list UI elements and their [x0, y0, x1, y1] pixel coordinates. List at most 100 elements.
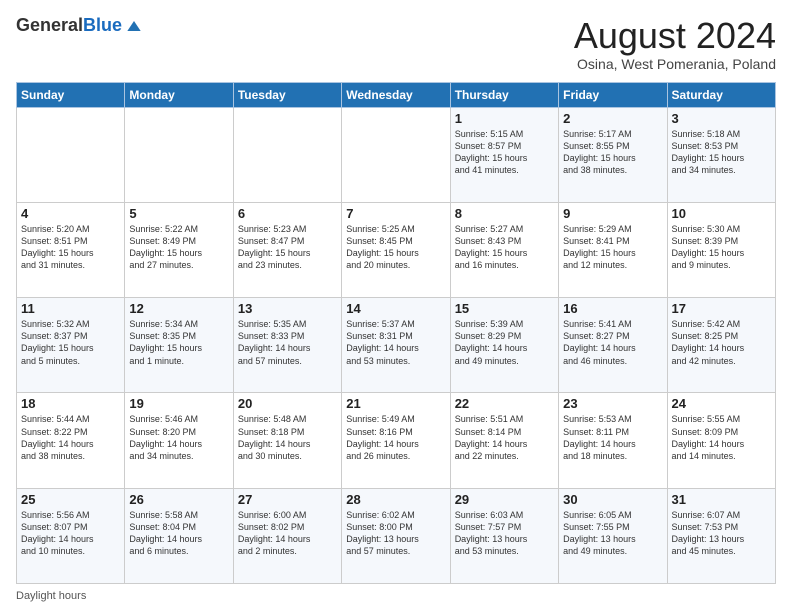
- table-row: 26 Sunrise: 5:58 AM Sunset: 8:04 PM Dayli…: [125, 488, 233, 583]
- logo-general: General: [16, 15, 83, 35]
- day-info: Sunrise: 5:25 AM Sunset: 8:45 PM Dayligh…: [346, 223, 445, 272]
- day-info: Sunrise: 5:51 AM Sunset: 8:14 PM Dayligh…: [455, 413, 554, 462]
- day-number: 19: [129, 396, 228, 411]
- th-friday: Friday: [559, 82, 667, 107]
- day-info: Sunrise: 6:07 AM Sunset: 7:53 PM Dayligh…: [672, 509, 771, 558]
- day-info: Sunrise: 5:29 AM Sunset: 8:41 PM Dayligh…: [563, 223, 662, 272]
- th-thursday: Thursday: [450, 82, 558, 107]
- table-row: 12Sunrise: 5:34 AM Sunset: 8:35 PM Dayli…: [125, 298, 233, 393]
- th-tuesday: Tuesday: [233, 82, 341, 107]
- day-number: 8: [455, 206, 554, 221]
- table-row: 27 Sunrise: 6:00 AM Sunset: 8:02 PM Dayli…: [233, 488, 341, 583]
- footer: Daylight hours: [16, 590, 776, 602]
- day-info: Sunrise: 5:27 AM Sunset: 8:43 PM Dayligh…: [455, 223, 554, 272]
- header-row: Sunday Monday Tuesday Wednesday Thursday…: [17, 82, 776, 107]
- table-row: 3 Sunrise: 5:18 AM Sunset: 8:53 PM Daylig…: [667, 107, 775, 202]
- day-info: Sunrise: 5:34 AM Sunset: 8:35 PM Dayligh…: [129, 318, 228, 367]
- day-info: Sunrise: 5:15 AM Sunset: 8:57 PM Dayligh…: [455, 128, 554, 177]
- table-row: 30 Sunrise: 6:05 AM Sunset: 7:55 PM Dayli…: [559, 488, 667, 583]
- day-info: Sunrise: 5:46 AM Sunset: 8:20 PM Dayligh…: [129, 413, 228, 462]
- day-number: 24: [672, 396, 771, 411]
- day-info: Sunrise: 5:30 AM Sunset: 8:39 PM Dayligh…: [672, 223, 771, 272]
- daylight-hours-label: Daylight hours: [16, 590, 86, 602]
- th-saturday: Saturday: [667, 82, 775, 107]
- table-row: 10Sunrise: 5:30 AM Sunset: 8:39 PM Dayli…: [667, 202, 775, 297]
- day-info: Sunrise: 5:23 AM Sunset: 8:47 PM Dayligh…: [238, 223, 337, 272]
- table-row: 2 Sunrise: 5:17 AM Sunset: 8:55 PM Daylig…: [559, 107, 667, 202]
- day-info: Sunrise: 5:18 AM Sunset: 8:53 PM Dayligh…: [672, 128, 771, 177]
- day-number: 7: [346, 206, 445, 221]
- day-number: 14: [346, 301, 445, 316]
- table-row: 1 Sunrise: 5:15 AM Sunset: 8:57 PM Daylig…: [450, 107, 558, 202]
- day-number: 30: [563, 492, 662, 507]
- table-row: 19 Sunrise: 5:46 AM Sunset: 8:20 PM Dayli…: [125, 393, 233, 488]
- day-info: Sunrise: 5:22 AM Sunset: 8:49 PM Dayligh…: [129, 223, 228, 272]
- table-row: 18 Sunrise: 5:44 AM Sunset: 8:22 PM Dayli…: [17, 393, 125, 488]
- th-sunday: Sunday: [17, 82, 125, 107]
- header: GeneralBlue August 2024 Osina, West Pome…: [16, 16, 776, 72]
- day-info: Sunrise: 6:03 AM Sunset: 7:57 PM Dayligh…: [455, 509, 554, 558]
- day-number: 27: [238, 492, 337, 507]
- day-info: Sunrise: 5:55 AM Sunset: 8:09 PM Dayligh…: [672, 413, 771, 462]
- table-row: 23 Sunrise: 5:53 AM Sunset: 8:11 PM Dayli…: [559, 393, 667, 488]
- logo-icon: [124, 16, 144, 36]
- week-row-0: 1 Sunrise: 5:15 AM Sunset: 8:57 PM Daylig…: [17, 107, 776, 202]
- day-info: Sunrise: 5:17 AM Sunset: 8:55 PM Dayligh…: [563, 128, 662, 177]
- table-row: 20Sunrise: 5:48 AM Sunset: 8:18 PM Dayli…: [233, 393, 341, 488]
- day-info: Sunrise: 5:39 AM Sunset: 8:29 PM Dayligh…: [455, 318, 554, 367]
- table-row: [125, 107, 233, 202]
- day-number: 22: [455, 396, 554, 411]
- table-row: 29Sunrise: 6:03 AM Sunset: 7:57 PM Dayli…: [450, 488, 558, 583]
- day-number: 3: [672, 111, 771, 126]
- table-row: 16Sunrise: 5:41 AM Sunset: 8:27 PM Dayli…: [559, 298, 667, 393]
- week-row-2: 11 Sunrise: 5:32 AM Sunset: 8:37 PM Dayli…: [17, 298, 776, 393]
- day-info: Sunrise: 6:00 AM Sunset: 8:02 PM Dayligh…: [238, 509, 337, 558]
- day-number: 4: [21, 206, 120, 221]
- day-number: 13: [238, 301, 337, 316]
- day-info: Sunrise: 5:37 AM Sunset: 8:31 PM Dayligh…: [346, 318, 445, 367]
- day-number: 15: [455, 301, 554, 316]
- table-row: 31 Sunrise: 6:07 AM Sunset: 7:53 PM Dayli…: [667, 488, 775, 583]
- table-row: 25Sunrise: 5:56 AM Sunset: 8:07 PM Dayli…: [17, 488, 125, 583]
- logo: GeneralBlue: [16, 16, 144, 36]
- table-row: 17Sunrise: 5:42 AM Sunset: 8:25 PM Dayli…: [667, 298, 775, 393]
- day-info: Sunrise: 5:35 AM Sunset: 8:33 PM Dayligh…: [238, 318, 337, 367]
- table-row: 14 Sunrise: 5:37 AM Sunset: 8:31 PM Dayli…: [342, 298, 450, 393]
- table-row: 8 Sunrise: 5:27 AM Sunset: 8:43 PM Daylig…: [450, 202, 558, 297]
- table-row: 7 Sunrise: 5:25 AM Sunset: 8:45 PM Daylig…: [342, 202, 450, 297]
- table-row: 28Sunrise: 6:02 AM Sunset: 8:00 PM Dayli…: [342, 488, 450, 583]
- day-number: 2: [563, 111, 662, 126]
- table-row: 4 Sunrise: 5:20 AM Sunset: 8:51 PM Daylig…: [17, 202, 125, 297]
- logo-blue: Blue: [83, 15, 122, 35]
- day-number: 5: [129, 206, 228, 221]
- day-info: Sunrise: 5:58 AM Sunset: 8:04 PM Dayligh…: [129, 509, 228, 558]
- week-row-1: 4 Sunrise: 5:20 AM Sunset: 8:51 PM Daylig…: [17, 202, 776, 297]
- table-row: 9Sunrise: 5:29 AM Sunset: 8:41 PM Daylig…: [559, 202, 667, 297]
- day-number: 31: [672, 492, 771, 507]
- title-block: August 2024 Osina, West Pomerania, Polan…: [574, 16, 776, 72]
- table-row: 13 Sunrise: 5:35 AM Sunset: 8:33 PM Dayli…: [233, 298, 341, 393]
- day-info: Sunrise: 5:44 AM Sunset: 8:22 PM Dayligh…: [21, 413, 120, 462]
- table-row: [233, 107, 341, 202]
- table-row: 15 Sunrise: 5:39 AM Sunset: 8:29 PM Dayli…: [450, 298, 558, 393]
- table-row: 24 Sunrise: 5:55 AM Sunset: 8:09 PM Dayli…: [667, 393, 775, 488]
- month-title: August 2024: [574, 16, 776, 56]
- day-info: Sunrise: 5:53 AM Sunset: 8:11 PM Dayligh…: [563, 413, 662, 462]
- day-info: Sunrise: 6:02 AM Sunset: 8:00 PM Dayligh…: [346, 509, 445, 558]
- day-number: 20: [238, 396, 337, 411]
- day-number: 11: [21, 301, 120, 316]
- day-number: 1: [455, 111, 554, 126]
- th-wednesday: Wednesday: [342, 82, 450, 107]
- day-number: 23: [563, 396, 662, 411]
- day-number: 26: [129, 492, 228, 507]
- day-number: 16: [563, 301, 662, 316]
- week-row-4: 25Sunrise: 5:56 AM Sunset: 8:07 PM Dayli…: [17, 488, 776, 583]
- calendar-table: Sunday Monday Tuesday Wednesday Thursday…: [16, 82, 776, 584]
- day-info: Sunrise: 5:32 AM Sunset: 8:37 PM Dayligh…: [21, 318, 120, 367]
- day-number: 18: [21, 396, 120, 411]
- table-row: [17, 107, 125, 202]
- day-info: Sunrise: 5:20 AM Sunset: 8:51 PM Dayligh…: [21, 223, 120, 272]
- day-info: Sunrise: 5:56 AM Sunset: 8:07 PM Dayligh…: [21, 509, 120, 558]
- day-info: Sunrise: 5:42 AM Sunset: 8:25 PM Dayligh…: [672, 318, 771, 367]
- day-info: Sunrise: 6:05 AM Sunset: 7:55 PM Dayligh…: [563, 509, 662, 558]
